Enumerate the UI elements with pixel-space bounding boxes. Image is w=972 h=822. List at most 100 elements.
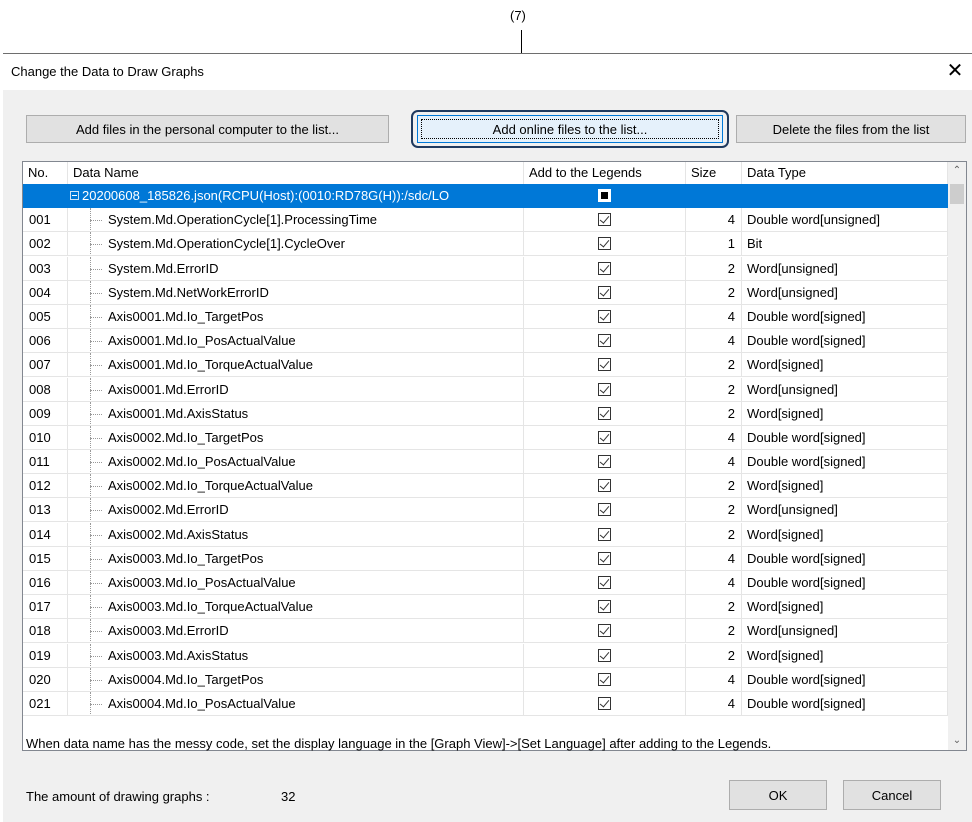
tree-branch [90, 292, 102, 294]
cell-data-type: Word[unsigned] [742, 619, 948, 644]
data-name-text: Axis0004.Md.Io_TargetPos [108, 671, 264, 687]
legend-checkbox[interactable] [598, 334, 611, 348]
cell-data-type: Word[unsigned] [742, 498, 948, 523]
legend-checkbox[interactable] [598, 406, 611, 420]
cancel-button[interactable]: Cancel [843, 780, 941, 810]
scroll-thumb[interactable] [950, 184, 964, 204]
cell-add-to-legends [524, 377, 686, 402]
cell-size: 2 [686, 377, 742, 402]
table-row[interactable]: 020 Axis0004.Md.Io_TargetPos 4 Double word[… [23, 667, 948, 692]
table-row[interactable]: 011 Axis0002.Md.Io_PosActualValue 4 Double … [23, 450, 948, 475]
collapse-icon[interactable] [70, 191, 79, 200]
table-row[interactable]: 006 Axis0001.Md.Io_PosActualValue 4 Double … [23, 329, 948, 354]
cell-data-name: Axis0002.Md.Io_PosActualValue [68, 450, 524, 475]
cell-no: 015 [23, 546, 68, 571]
vertical-scrollbar[interactable]: ⌃ ⌄ [948, 162, 966, 750]
legend-checkbox[interactable] [598, 309, 611, 323]
cell-size: 2 [686, 353, 742, 378]
cell-add-to-legends [524, 474, 686, 499]
legend-checkbox[interactable] [598, 672, 611, 686]
cell-data-name: System.Md.NetWorkErrorID [68, 280, 524, 305]
table-row[interactable]: 008 Axis0001.Md.ErrorID 2 Word[unsigned] [23, 377, 948, 402]
column-header-size[interactable]: Size [686, 162, 742, 184]
legend-checkbox[interactable] [598, 648, 611, 662]
legend-checkbox[interactable] [598, 624, 611, 638]
data-name-text: Axis0003.Md.ErrorID [108, 623, 229, 639]
legend-checkbox[interactable] [598, 479, 611, 493]
cell-data-type: Double word[unsigned] [742, 208, 948, 233]
legend-checkbox[interactable] [598, 696, 611, 710]
legend-checkbox[interactable] [598, 285, 611, 299]
scroll-up-icon[interactable]: ⌃ [948, 162, 966, 180]
tree-branch [90, 510, 102, 512]
table-row[interactable]: 016 Axis0003.Md.Io_PosActualValue 4 Double … [23, 571, 948, 595]
cell-no: 017 [23, 595, 68, 620]
table-row[interactable]: 014 Axis0002.Md.AxisStatus 2 Word[signed] [23, 522, 948, 547]
scroll-down-icon[interactable]: ⌄ [948, 732, 966, 750]
legend-checkbox[interactable] [598, 382, 611, 396]
legend-checkbox[interactable] [598, 503, 611, 517]
table-row-root[interactable]: 20200608_185826.json(RCPU(Host):(0010:RD… [23, 184, 948, 209]
data-name-text: System.Md.OperationCycle[1].CycleOver [108, 236, 345, 252]
legend-checkbox[interactable] [598, 455, 611, 469]
column-header-no[interactable]: No. [23, 162, 68, 184]
table-row[interactable]: 007 Axis0001.Md.Io_TorqueActualValue 2 Word… [23, 353, 948, 378]
legend-checkbox[interactable] [598, 527, 611, 541]
table-row[interactable]: 013 Axis0002.Md.ErrorID 2 Word[unsigned] [23, 498, 948, 523]
legend-checkbox[interactable] [598, 430, 611, 444]
cell-data-type: Word[signed] [742, 401, 948, 426]
tree-branch [90, 389, 102, 391]
table-row[interactable]: 004 System.Md.NetWorkErrorID 2 Word[unsigne… [23, 280, 948, 305]
cell-no [23, 184, 68, 208]
ok-button[interactable]: OK [729, 780, 827, 810]
column-header-add-to-legends[interactable]: Add to the Legends [524, 162, 686, 184]
table-row[interactable]: 021 Axis0004.Md.Io_PosActualValue 4 Double … [23, 691, 948, 716]
cell-data-name: Axis0003.Md.Io_TargetPos [68, 546, 524, 571]
dialog-title: Change the Data to Draw Graphs [11, 64, 204, 79]
table-row[interactable]: 019 Axis0003.Md.AxisStatus 2 Word[signed] [23, 643, 948, 668]
cell-data-type: Word[signed] [742, 643, 948, 668]
table-row[interactable]: 003 System.Md.ErrorID 2 Word[unsigned] [23, 256, 948, 281]
column-header-data-name[interactable]: Data Name [68, 162, 524, 184]
table-row[interactable]: 015 Axis0003.Md.Io_TargetPos 4 Double word[… [23, 546, 948, 571]
tree-branch [90, 583, 102, 584]
tree-branch [90, 607, 102, 609]
table-row[interactable]: 009 Axis0001.Md.AxisStatus 2 Word[signed] [23, 401, 948, 426]
cell-data-type: Double word[signed] [742, 329, 948, 354]
cell-no: 002 [23, 232, 68, 257]
cell-data-type: Bit [742, 232, 948, 257]
cell-size: 1 [686, 232, 742, 257]
add-pc-files-button[interactable]: Add files in the personal computer to th… [26, 115, 389, 143]
cell-data-type: Double word[signed] [742, 667, 948, 692]
cell-data-type: Double word[signed] [742, 571, 948, 595]
data-name-text: Axis0002.Md.AxisStatus [108, 526, 249, 542]
table-row[interactable]: 010 Axis0002.Md.Io_TargetPos 4 Double word[… [23, 425, 948, 450]
delete-files-button[interactable]: Delete the files from the list [736, 115, 966, 143]
cell-size: 4 [686, 425, 742, 450]
table-row[interactable]: 005 Axis0001.Md.Io_TargetPos 4 Double word[… [23, 304, 948, 329]
legend-checkbox[interactable] [598, 600, 611, 614]
add-online-files-button[interactable]: Add online files to the list... [417, 115, 723, 143]
column-header-data-type[interactable]: Data Type [742, 162, 948, 184]
table-row[interactable]: 012 Axis0002.Md.Io_TorqueActualValue 2 Word… [23, 474, 948, 499]
cell-add-to-legends [524, 280, 686, 305]
cell-no: 016 [23, 571, 68, 595]
messy-code-note: When data name has the messy code, set t… [26, 736, 772, 751]
legend-checkbox[interactable] [598, 213, 611, 227]
cell-data-name: Axis0002.Md.AxisStatus [68, 522, 524, 547]
legend-checkbox[interactable] [598, 576, 611, 589]
legend-checkbox[interactable] [598, 358, 611, 372]
close-icon[interactable]: ✕ [944, 60, 966, 82]
table-row[interactable]: 001 System.Md.OperationCycle[1].Processin… [23, 208, 948, 233]
legend-checkbox[interactable] [598, 551, 611, 565]
legend-checkbox[interactable] [598, 261, 611, 275]
table-row[interactable]: 018 Axis0003.Md.ErrorID 2 Word[unsigned] [23, 619, 948, 644]
cell-data-type: Double word[signed] [742, 691, 948, 716]
legend-checkbox-indeterminate[interactable] [598, 189, 611, 202]
table-row[interactable]: 017 Axis0003.Md.Io_TorqueActualValue 2 Word… [23, 595, 948, 620]
legend-checkbox[interactable] [598, 237, 611, 251]
graph-count-value: 32 [281, 789, 296, 804]
table-row[interactable]: 002 System.Md.OperationCycle[1].CycleOver… [23, 232, 948, 257]
cell-size: 2 [686, 401, 742, 426]
cell-data-type [742, 184, 948, 208]
